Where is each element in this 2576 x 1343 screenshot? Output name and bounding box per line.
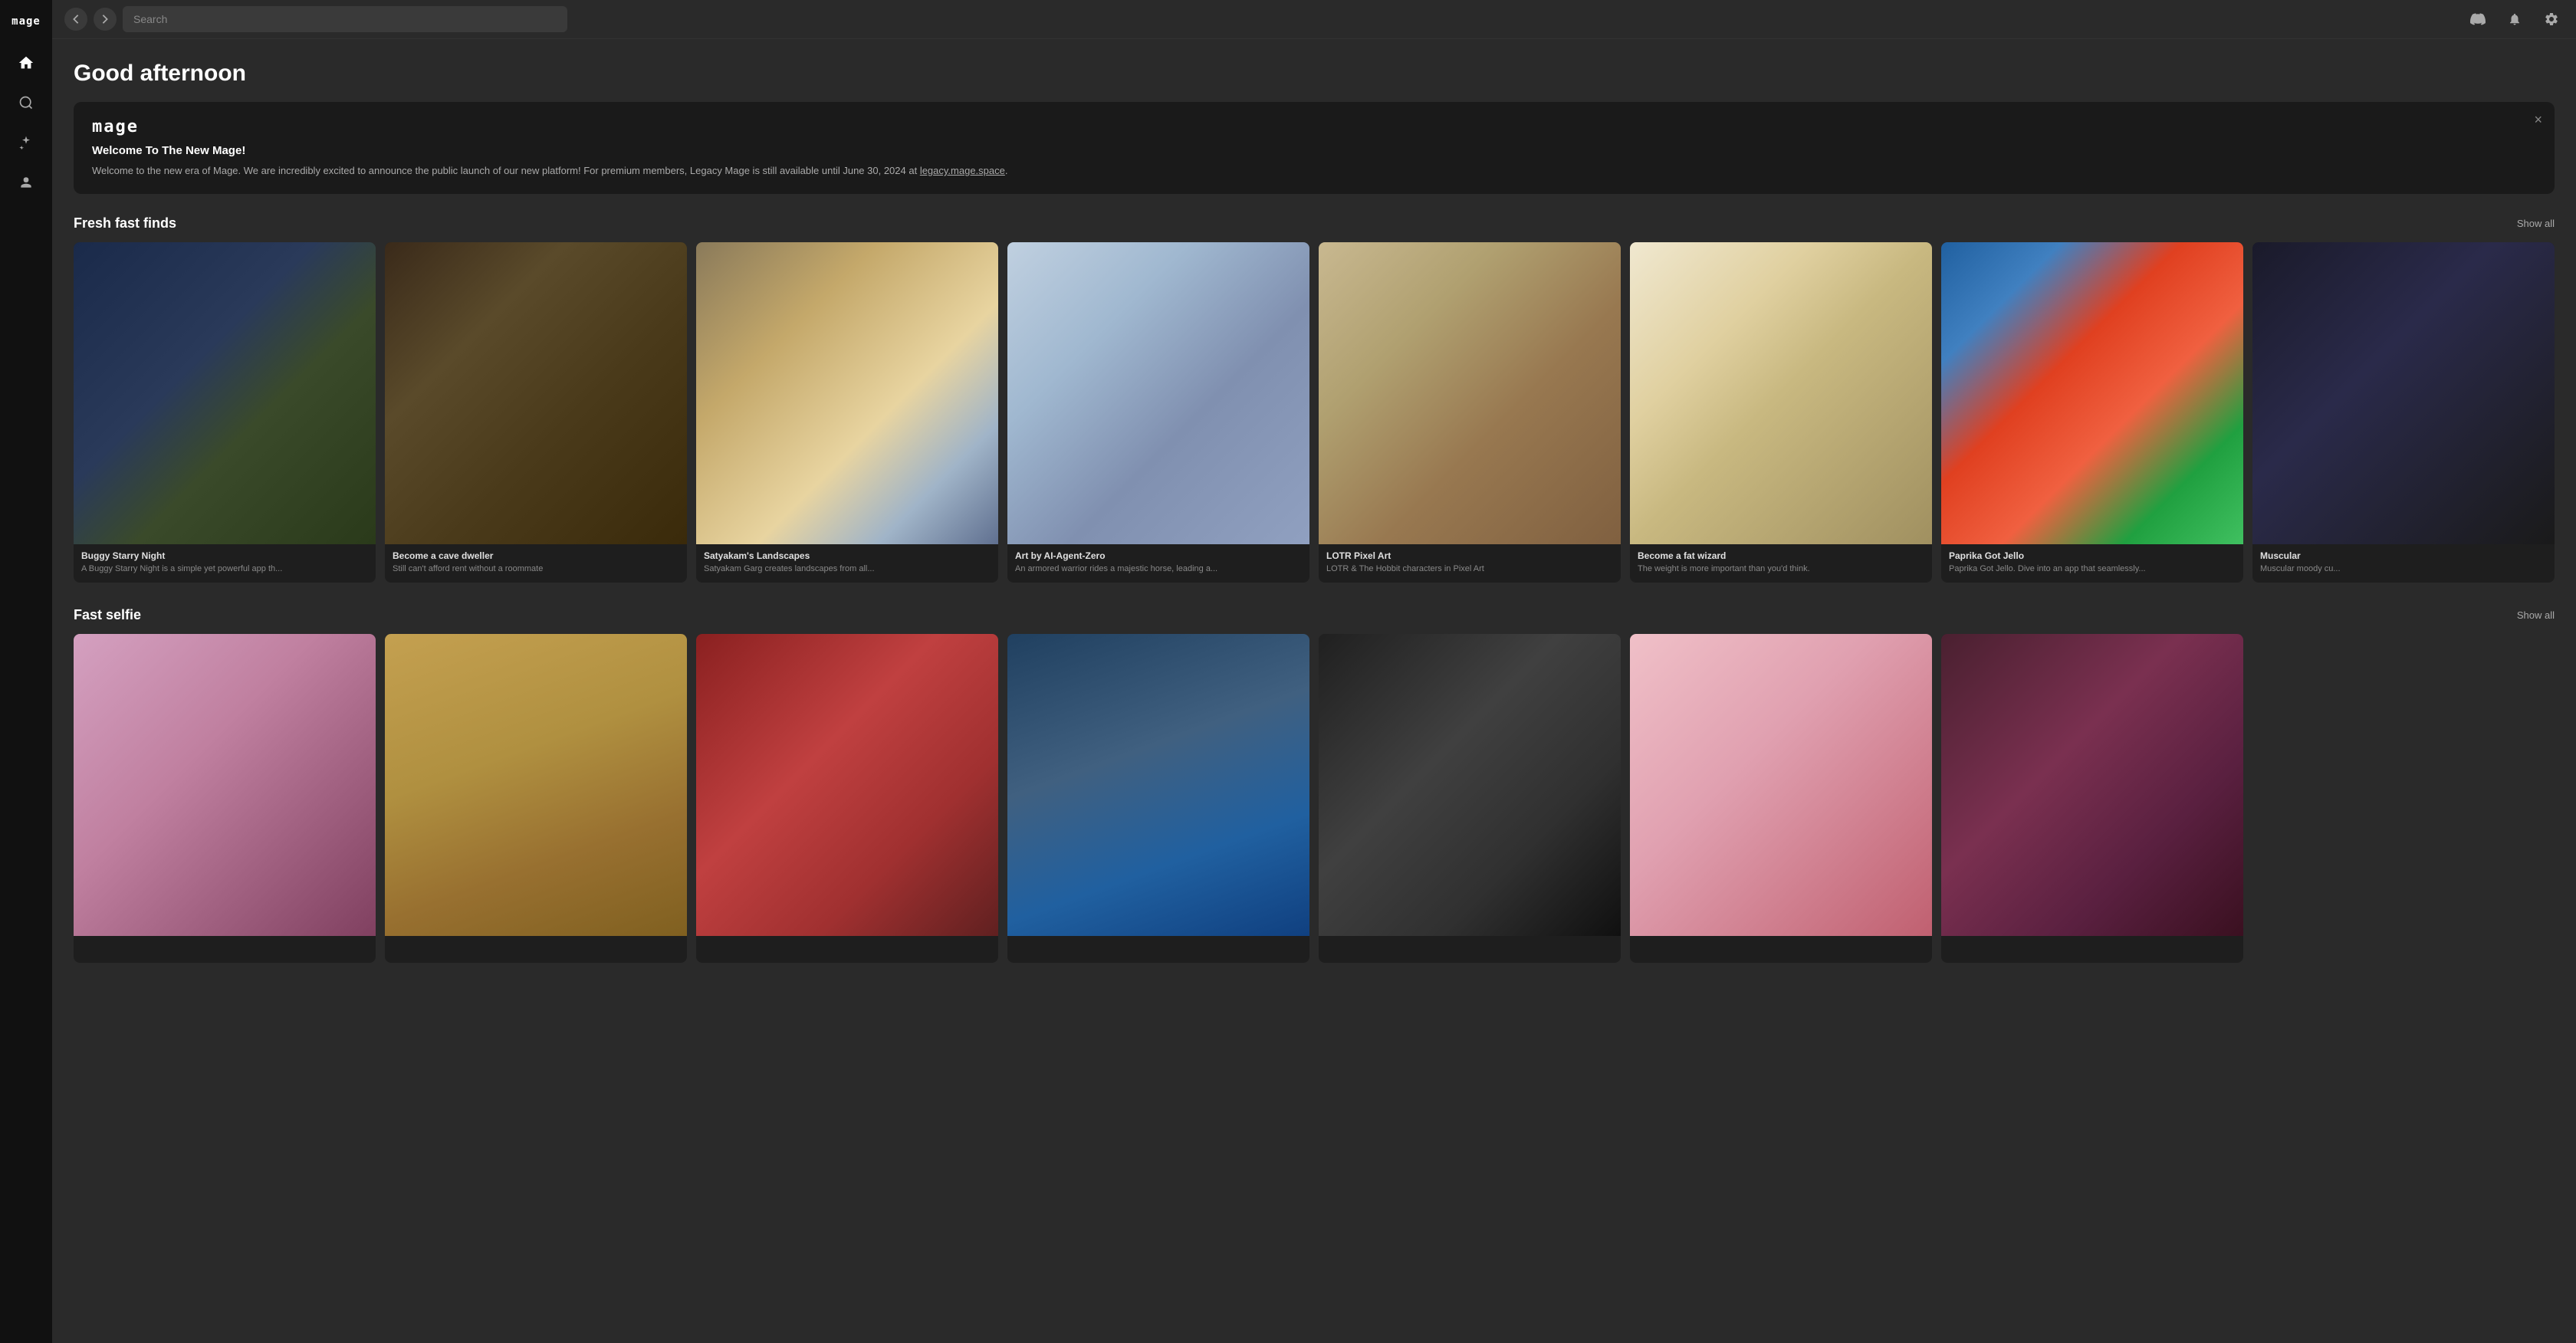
card-image [1630,634,1932,936]
sidebar-item-create[interactable] [9,126,43,159]
card-image [1941,634,2243,936]
topbar-right [2466,7,2564,31]
card-selfie-6[interactable] [1630,634,1932,963]
banner-body: Welcome to the new era of Mage. We are i… [92,163,2536,179]
card-title [1015,942,1302,953]
sidebar-item-home[interactable] [9,46,43,80]
card-desc: LOTR & The Hobbit characters in Pixel Ar… [1326,563,1613,575]
card-desc: Muscular moody cu... [2260,563,2547,575]
card-title [1326,942,1613,953]
card-title: Buggy Starry Night [81,550,368,561]
sidebar-logo: mage [12,9,41,40]
settings-icon[interactable] [2539,7,2564,31]
card-paprika-got-jello[interactable]: Paprika Got Jello Paprika Got Jello. Div… [1941,242,2243,583]
card-image [1630,242,1932,544]
card-image [1319,634,1621,936]
card-selfie-2[interactable] [385,634,687,963]
fast-selfie-show-all-button[interactable]: Show all [2517,609,2555,621]
greeting-heading: Good afternoon [74,61,2555,87]
card-art-ai-agent-zero[interactable]: Art by AI-Agent-Zero An armored warrior … [1007,242,1309,583]
card-buggy-starry-night[interactable]: Buggy Starry Night A Buggy Starry Night … [74,242,376,583]
card-image [1941,242,2243,544]
card-desc: Still can't afford rent without a roomma… [393,563,679,575]
fast-selfie-header: Fast selfie Show all [74,607,2555,623]
card-image [1007,634,1309,936]
card-image [385,634,687,936]
back-button[interactable] [64,8,87,31]
card-title [1638,942,1924,953]
card-title: Paprika Got Jello [1949,550,2236,561]
card-image [1007,242,1309,544]
card-title [1949,942,2236,953]
fresh-finds-title: Fresh fast finds [74,215,176,231]
card-cave-dweller[interactable]: Become a cave dweller Still can't afford… [385,242,687,583]
main-area: Good afternoon mage Welcome To The New M… [52,0,2576,1343]
banner-close-button[interactable]: × [2534,113,2542,126]
card-title [393,942,679,953]
card-title: Art by AI-Agent-Zero [1015,550,1302,561]
topbar [52,0,2576,39]
sidebar-item-profile[interactable] [9,166,43,199]
card-title: Muscular [2260,550,2547,561]
card-title: Become a fat wizard [1638,550,1924,561]
card-title [81,942,368,953]
sidebar: mage [0,0,52,1343]
card-selfie-3[interactable] [696,634,998,963]
discord-icon[interactable] [2466,7,2490,31]
card-image [696,242,998,544]
fresh-finds-cards-row: Buggy Starry Night A Buggy Starry Night … [74,242,2555,583]
card-selfie-4[interactable] [1007,634,1309,963]
section-fresh-fast-finds: Fresh fast finds Show all Buggy Starry N… [74,215,2555,583]
card-title [704,942,991,953]
banner-logo: mage [92,117,2536,136]
section-fast-selfie: Fast selfie Show all [74,607,2555,963]
card-image [385,242,687,544]
card-image [74,634,376,936]
card-muscular[interactable]: Muscular Muscular moody cu... [2252,242,2555,583]
card-title: Become a cave dweller [393,550,679,561]
fast-selfie-title: Fast selfie [74,607,141,623]
card-title: Satyakam's Landscapes [704,550,991,561]
card-selfie-5[interactable] [1319,634,1621,963]
card-desc: The weight is more important than you'd … [1638,563,1924,575]
card-image [1319,242,1621,544]
card-image [2252,242,2555,544]
card-image [74,242,376,544]
card-lotr-pixel-art[interactable]: LOTR Pixel Art LOTR & The Hobbit charact… [1319,242,1621,583]
search-input[interactable] [123,6,567,32]
banner-link[interactable]: legacy.mage.space [920,165,1005,176]
card-selfie-1[interactable] [74,634,376,963]
forward-button[interactable] [94,8,117,31]
main-content: Good afternoon mage Welcome To The New M… [52,39,2576,1343]
card-selfie-7[interactable] [1941,634,2243,963]
fresh-finds-show-all-button[interactable]: Show all [2517,218,2555,229]
card-desc: A Buggy Starry Night is a simple yet pow… [81,563,368,575]
bell-icon[interactable] [2502,7,2527,31]
card-desc: An armored warrior rides a majestic hors… [1015,563,1302,575]
fast-selfie-cards-row [74,634,2555,963]
fresh-finds-header: Fresh fast finds Show all [74,215,2555,231]
welcome-banner: mage Welcome To The New Mage! Welcome to… [74,102,2555,194]
card-image [696,634,998,936]
card-desc: Paprika Got Jello. Dive into an app that… [1949,563,2236,575]
banner-title: Welcome To The New Mage! [92,144,2536,157]
card-desc: Satyakam Garg creates landscapes from al… [704,563,991,575]
card-title: LOTR Pixel Art [1326,550,1613,561]
card-satyakams-landscapes[interactable]: Satyakam's Landscapes Satyakam Garg crea… [696,242,998,583]
sidebar-item-search[interactable] [9,86,43,120]
card-fat-wizard[interactable]: Become a fat wizard The weight is more i… [1630,242,1932,583]
